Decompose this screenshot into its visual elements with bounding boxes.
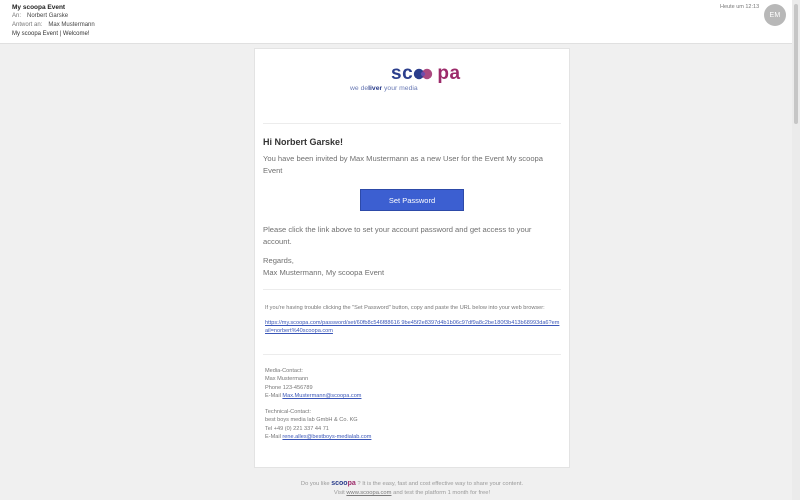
scoopa-logo: scoopa xyxy=(391,63,481,85)
mail-header: My scoopa Event An: Norbert Garske Antwor… xyxy=(0,0,800,44)
regards-block: Regards, Max Mustermann, My scoopa Event xyxy=(263,255,559,279)
footer-line-2: Visit www.scoopa.com and test the platfo… xyxy=(254,490,570,496)
trouble-text: If you're having trouble clicking the "S… xyxy=(265,305,545,311)
technical-contact: Technical-Contact: best boys media lab G… xyxy=(265,408,371,441)
intro-text: You have been invited by Max Mustermann … xyxy=(263,154,543,175)
footer-logo: scoopa xyxy=(331,480,356,487)
divider xyxy=(263,354,561,355)
footer-line2-pre: Visit xyxy=(333,490,345,496)
regards-text: Regards, xyxy=(263,256,294,265)
logo-text-right: pa xyxy=(437,63,461,84)
email-card: scoopa we deliver your media Hi Norbert … xyxy=(254,48,570,468)
technical-contact-phone: Tel +49 (0) 221 337 44 71 xyxy=(265,425,329,432)
footer-line2-post: and test the platform 1 month for free! xyxy=(393,490,491,496)
mail-preview: My scoopa Event | Welcome! xyxy=(12,31,90,37)
divider xyxy=(263,123,561,124)
footer-logo-left: sc xyxy=(331,480,339,487)
footer-line1-post: ? It is the easy, fast and cost effectiv… xyxy=(357,481,524,487)
scrollbar[interactable] xyxy=(792,0,800,500)
tagline-bold: liver xyxy=(368,85,383,92)
mail-time: Heute um 12:13 xyxy=(720,4,760,10)
mail-reply-value[interactable]: Max Mustermann xyxy=(48,22,94,28)
mail-subject: My scoopa Event xyxy=(12,4,66,11)
footer-logo-dots: oo xyxy=(339,480,348,487)
technical-contact-title: Technical-Contact: xyxy=(265,409,312,415)
instructions-text: Please click the link above to set your … xyxy=(263,225,532,246)
scrollbar-thumb[interactable] xyxy=(794,4,798,124)
signature-text: Max Mustermann, My scoopa Event xyxy=(263,268,385,277)
tagline-pre: we de xyxy=(350,85,369,92)
divider xyxy=(263,289,561,290)
logo-tagline: we deliver your media xyxy=(350,85,418,92)
mail-reply-row: Antwort an: Max Mustermann xyxy=(12,22,95,28)
media-contact-phone: Phone 123-456789 xyxy=(265,384,313,391)
media-email-link[interactable]: Max.Mustermann@scoopa.com xyxy=(282,393,361,399)
greeting: Hi Norbert Garske! xyxy=(263,137,344,147)
media-contact: Media-Contact: Max Mustermann Phone 123-… xyxy=(265,367,361,400)
media-email-label: E-Mail xyxy=(265,392,281,399)
footer-line-1: Do you like scoopa ? It is the easy, fas… xyxy=(254,480,570,487)
avatar[interactable]: EM xyxy=(764,4,786,26)
media-contact-title: Media-Contact: xyxy=(265,368,303,374)
footer-line1-pre: Do you like xyxy=(300,481,330,487)
technical-email-label: E-Mail xyxy=(265,433,281,440)
logo-circles-icon xyxy=(413,68,433,80)
logo-text-left: sc xyxy=(391,63,414,84)
set-password-button[interactable]: Set Password xyxy=(360,189,464,211)
media-contact-name: Max Mustermann xyxy=(265,376,309,383)
technical-contact-company: best boys media lab GmbH & Co. KG xyxy=(265,417,358,424)
mail-to-value[interactable]: Norbert Garske xyxy=(27,13,68,19)
tagline-post: your media xyxy=(382,85,418,92)
password-url-link[interactable]: https://my.scoopa.com/password/set/60fb8… xyxy=(265,319,561,335)
mail-to-row: An: Norbert Garske xyxy=(12,13,68,19)
footer-logo-right: pa xyxy=(347,480,356,487)
scoopa-website-link[interactable]: www.scoopa.com xyxy=(346,490,391,496)
mail-reply-label: Antwort an: xyxy=(12,22,43,28)
technical-email-link[interactable]: rene.alles@bestboys-medialab.com xyxy=(282,434,371,440)
mail-to-label: An: xyxy=(12,13,22,19)
